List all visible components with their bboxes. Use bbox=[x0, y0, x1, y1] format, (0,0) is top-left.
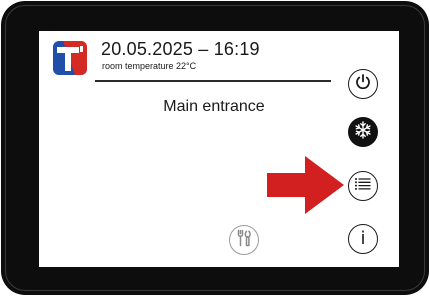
info-button[interactable]: i bbox=[348, 224, 378, 254]
power-icon bbox=[354, 73, 372, 96]
menu-button[interactable] bbox=[348, 171, 378, 201]
brand-logo bbox=[53, 41, 87, 75]
touch-screen: 20.05.2025 – 16:19 room temperature 22°C… bbox=[39, 31, 399, 267]
service-button[interactable] bbox=[229, 225, 259, 255]
cooling-button[interactable] bbox=[348, 117, 378, 147]
page-title: Main entrance bbox=[163, 98, 265, 115]
room-temperature-label: room temperature 22°C bbox=[102, 61, 197, 71]
pointer-arrow-icon bbox=[267, 155, 345, 215]
device-bezel: 20.05.2025 – 16:19 room temperature 22°C… bbox=[1, 1, 429, 295]
menu-icon bbox=[354, 177, 372, 196]
header-divider bbox=[95, 80, 331, 82]
power-button[interactable] bbox=[348, 69, 378, 99]
info-icon: i bbox=[360, 228, 366, 249]
tools-icon bbox=[234, 228, 254, 253]
datetime-label: 20.05.2025 – 16:19 bbox=[101, 39, 260, 59]
snowflake-icon bbox=[353, 120, 373, 145]
